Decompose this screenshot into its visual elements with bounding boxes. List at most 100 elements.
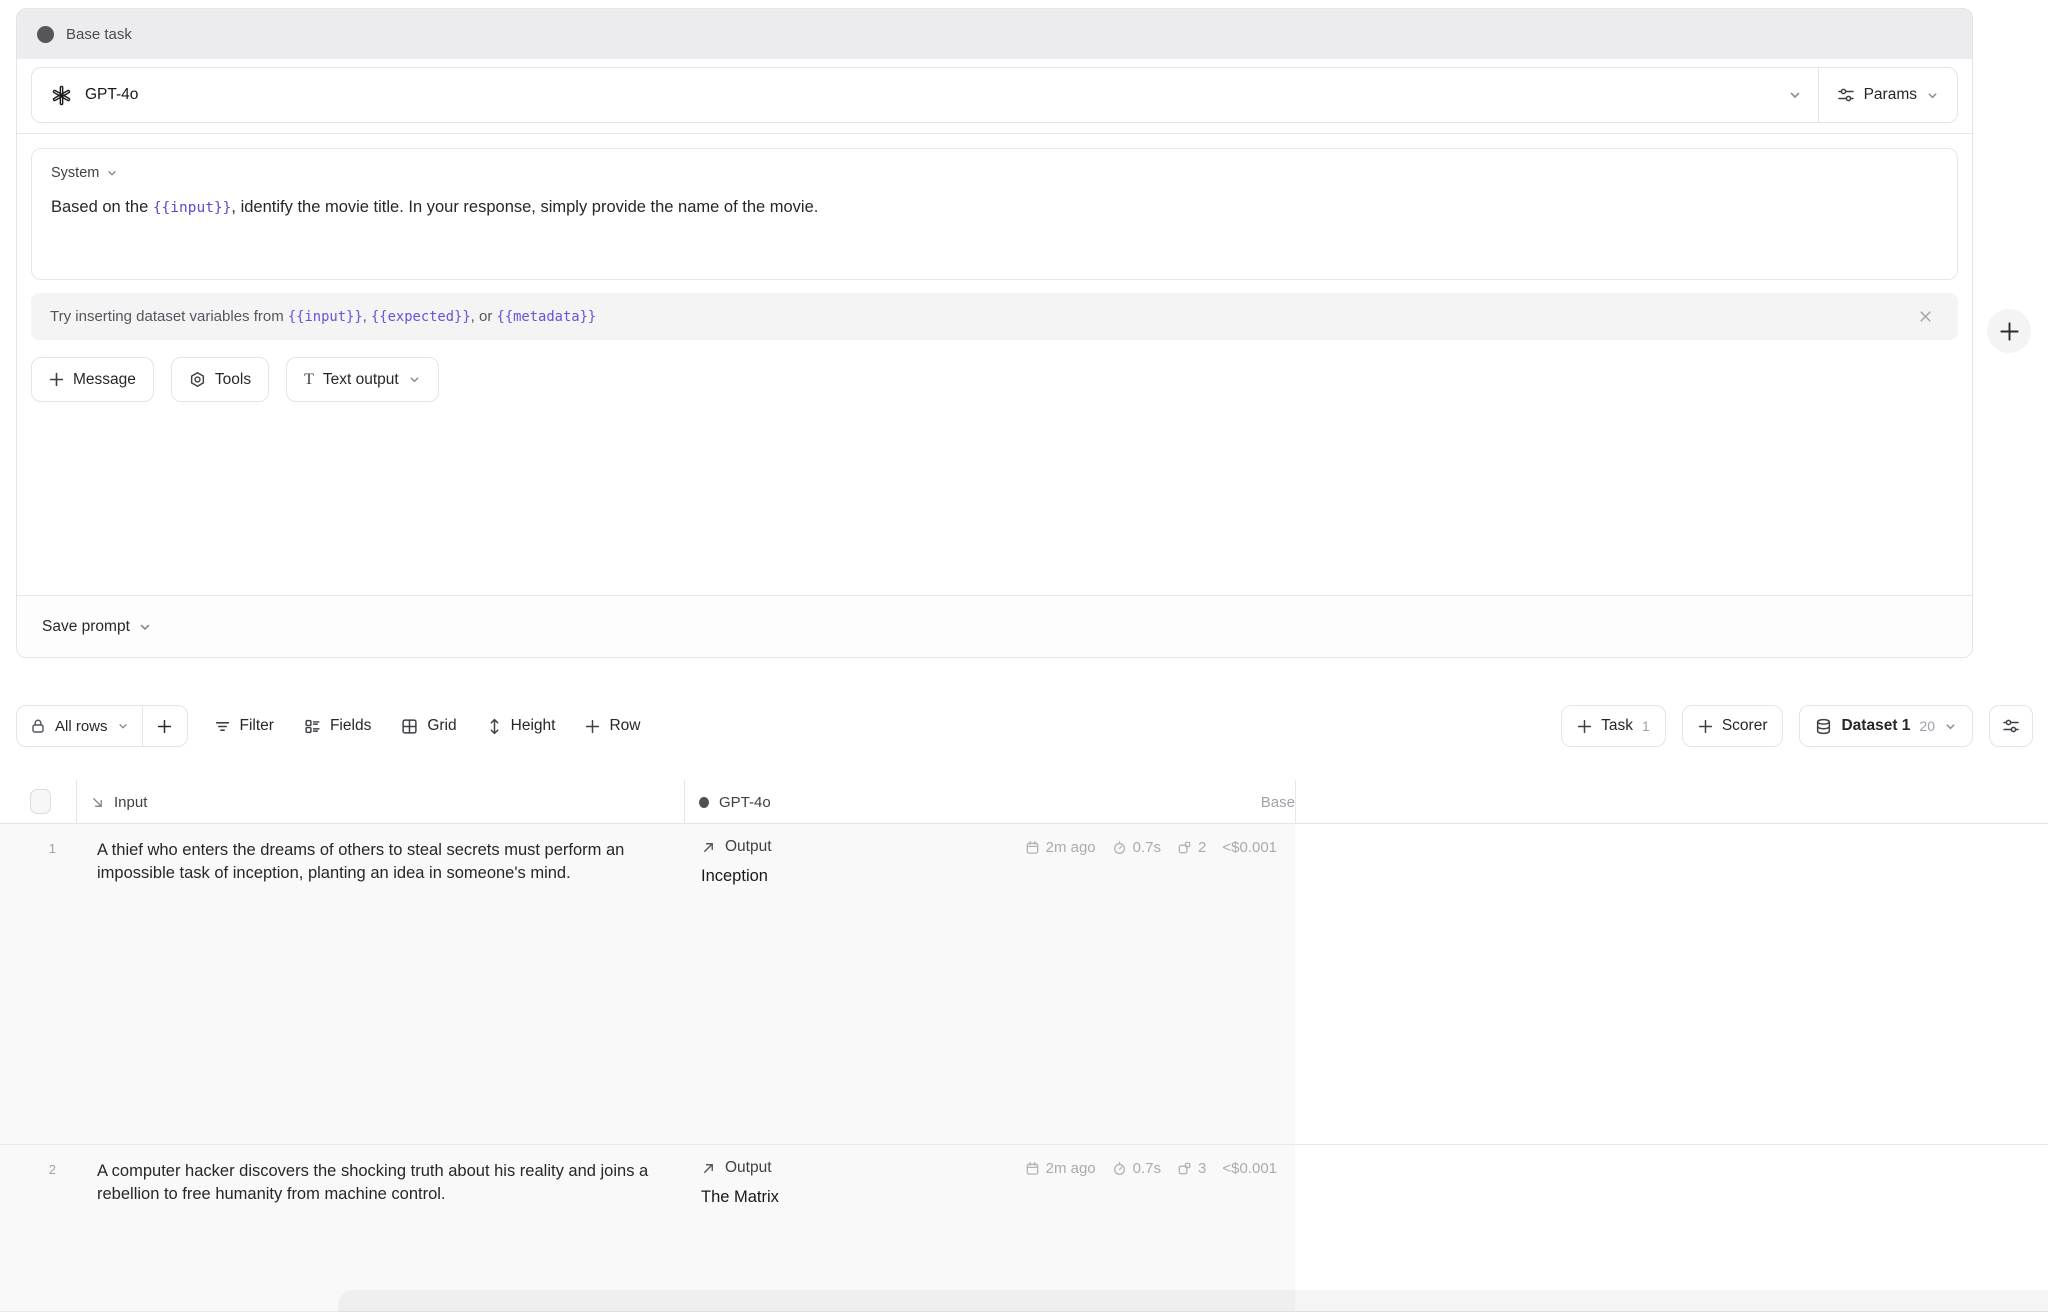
openai-logo-icon xyxy=(50,84,73,107)
output-cell[interactable]: Output 2m ago 0.7s xyxy=(684,1145,1295,1311)
latency: 0.7s xyxy=(1112,839,1161,856)
grid-toolbar: All rows Filter Fields xyxy=(0,700,2048,752)
column-header-model[interactable]: GPT-4o xyxy=(699,780,771,824)
params-chevron-icon xyxy=(1926,89,1939,102)
dataset-selector[interactable]: Dataset 1 20 xyxy=(1799,705,1973,747)
tools-icon xyxy=(189,371,206,388)
base-column-tag: Base xyxy=(1261,780,1295,824)
close-icon[interactable] xyxy=(1911,303,1939,331)
plus-icon xyxy=(1698,719,1713,734)
filter-icon xyxy=(214,718,231,735)
tokens-icon xyxy=(1177,1161,1192,1176)
input-cell[interactable]: A thief who enters the dreams of others … xyxy=(76,824,684,1144)
task-label: Task xyxy=(1601,717,1633,735)
cost: <$0.001 xyxy=(1222,1160,1277,1177)
column-divider xyxy=(76,780,77,823)
add-scorer-button[interactable]: Scorer xyxy=(1682,705,1784,747)
table-row[interactable]: 2 A computer hacker discovers the shocki… xyxy=(0,1145,2048,1312)
timestamp: 2m ago xyxy=(1025,839,1096,856)
token-count: 2 xyxy=(1177,839,1206,856)
latency: 0.7s xyxy=(1112,1160,1161,1177)
add-row-button[interactable]: Row xyxy=(581,709,644,743)
save-prompt-label: Save prompt xyxy=(42,618,130,636)
row-height-button[interactable]: Height xyxy=(483,709,560,743)
database-icon xyxy=(1815,718,1832,735)
sliders-icon xyxy=(2002,717,2020,735)
run-metadata: 2m ago 0.7s 2 <$0.001 xyxy=(1025,839,1277,856)
add-message-button[interactable]: Message xyxy=(31,357,154,402)
column-divider xyxy=(1295,780,1296,823)
tools-button[interactable]: Tools xyxy=(171,357,269,402)
grid-settings-button[interactable] xyxy=(1989,705,2033,747)
plus-icon xyxy=(585,719,600,734)
model-dropdown-chevron[interactable] xyxy=(1772,88,1818,102)
output-label: Output xyxy=(725,1159,772,1177)
all-rows-selector[interactable]: All rows xyxy=(17,706,142,746)
text-type-icon: T xyxy=(304,371,314,389)
fields-icon xyxy=(304,718,321,735)
row-number: 2 xyxy=(0,1145,76,1311)
model-selector-value[interactable]: GPT-4o xyxy=(32,84,1772,107)
grid-label: Grid xyxy=(427,717,456,735)
playground-screen: Base task GPT-4o xyxy=(0,0,2048,1312)
all-rows-chevron-icon xyxy=(117,720,129,732)
row-number: 1 xyxy=(0,824,76,1144)
hint-var-metadata: {{metadata}} xyxy=(497,309,597,325)
calendar-icon xyxy=(1025,840,1040,855)
scorer-label: Scorer xyxy=(1722,717,1768,735)
task-status-dot xyxy=(37,26,54,43)
toolbar-right-group: Task 1 Scorer Dataset 1 20 xyxy=(1561,705,2033,747)
prompt-text[interactable]: Based on the {{input}}, identify the mov… xyxy=(51,196,1938,219)
arrow-up-right-icon xyxy=(701,1161,716,1176)
text-output-chevron-icon xyxy=(408,373,421,386)
column-header-input[interactable]: Input xyxy=(90,780,147,824)
add-task-button[interactable] xyxy=(1987,309,2031,353)
text-output-button[interactable]: T Text output xyxy=(286,357,439,402)
save-prompt-button[interactable]: Save prompt xyxy=(17,595,1972,657)
stopwatch-icon xyxy=(1112,1161,1127,1176)
cost: <$0.001 xyxy=(1222,839,1277,856)
table-row[interactable]: 1 A thief who enters the dreams of other… xyxy=(0,824,2048,1145)
run-metadata: 2m ago 0.7s 3 <$0.001 xyxy=(1025,1160,1277,1177)
sliders-icon xyxy=(1837,86,1855,104)
plus-icon xyxy=(157,719,172,734)
timestamp: 2m ago xyxy=(1025,1160,1096,1177)
stopwatch-icon xyxy=(1112,840,1127,855)
hint-var-expected: {{expected}} xyxy=(371,309,471,325)
add-task-toolbar-button[interactable]: Task 1 xyxy=(1561,705,1666,747)
dataset-label: Dataset 1 xyxy=(1841,717,1910,735)
dataset-variables-hint: Try inserting dataset variables from {{i… xyxy=(31,293,1958,340)
params-button[interactable]: Params xyxy=(1819,67,1957,123)
plus-icon xyxy=(1577,719,1592,734)
toolbar-left-group: All rows Filter Fields xyxy=(16,705,644,747)
plus-icon xyxy=(49,372,64,387)
height-label: Height xyxy=(511,717,556,735)
height-icon xyxy=(487,718,502,735)
plus-icon xyxy=(2000,322,2019,341)
calendar-icon xyxy=(1025,1161,1040,1176)
composer-buttons: Message Tools T Text output xyxy=(31,357,1958,402)
add-message-label: Message xyxy=(73,371,136,389)
add-scope-button[interactable] xyxy=(143,706,187,746)
all-rows-label: All rows xyxy=(55,718,108,735)
tokens-icon xyxy=(1177,840,1192,855)
row-cells: 1 A thief who enters the dreams of other… xyxy=(0,824,1295,1144)
input-cell[interactable]: A computer hacker discovers the shocking… xyxy=(76,1145,684,1311)
prompt-section: System Based on the {{input}}, identify … xyxy=(17,133,1972,657)
prompt-var-input: {{input}} xyxy=(153,200,232,216)
grid-view-button[interactable]: Grid xyxy=(397,709,460,743)
grid-icon xyxy=(401,718,418,735)
task-status-dot xyxy=(699,797,709,808)
filter-button[interactable]: Filter xyxy=(210,709,278,743)
hint-var-input: {{input}} xyxy=(288,309,363,325)
dataset-count: 20 xyxy=(1919,718,1935,734)
system-role-selector[interactable]: System xyxy=(51,165,1938,181)
save-prompt-chevron-icon xyxy=(138,620,152,634)
select-all-checkbox[interactable] xyxy=(30,789,51,814)
output-cell[interactable]: Output 2m ago 0.7s xyxy=(684,824,1295,1144)
task-card-header[interactable]: Base task xyxy=(17,9,1972,59)
model-selector[interactable]: GPT-4o Params xyxy=(31,67,1958,123)
system-message-editor[interactable]: System Based on the {{input}}, identify … xyxy=(31,148,1958,280)
fields-button[interactable]: Fields xyxy=(300,709,375,743)
input-column-label: Input xyxy=(114,794,147,811)
